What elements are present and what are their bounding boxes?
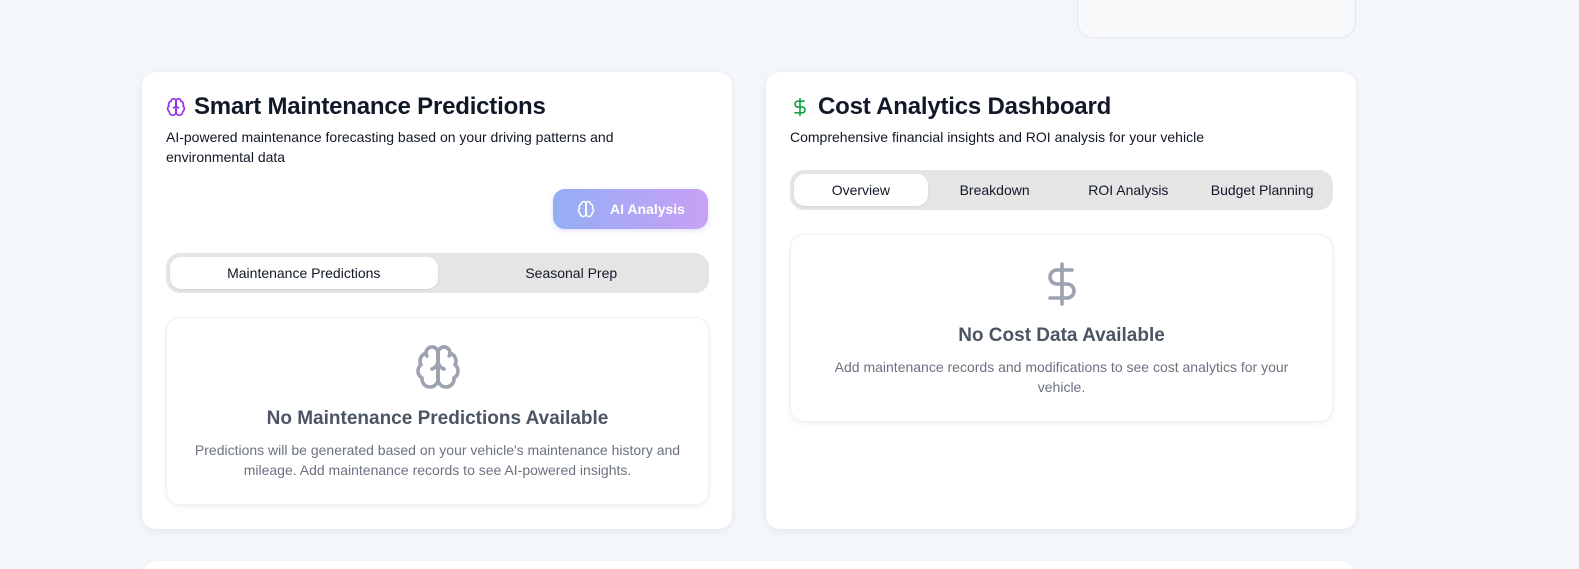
tab-roi-analysis[interactable]: ROI Analysis xyxy=(1062,174,1196,206)
brain-icon xyxy=(166,97,186,117)
tab-maintenance-predictions[interactable]: Maintenance Predictions xyxy=(170,257,438,289)
dollar-sign-icon xyxy=(791,235,1332,310)
cost-card-description: Comprehensive financial insights and ROI… xyxy=(790,129,1204,145)
tab-overview[interactable]: Overview xyxy=(794,174,928,206)
cost-empty-text: Add maintenance records and modification… xyxy=(834,359,1289,395)
ai-analysis-button[interactable]: AI Analysis xyxy=(553,189,708,229)
brain-icon xyxy=(577,200,595,218)
ai-analysis-label: AI Analysis xyxy=(610,201,685,217)
partial-card-top xyxy=(1077,0,1356,38)
maintenance-tabs: Maintenance Predictions Seasonal Prep xyxy=(166,253,709,293)
cost-card-title: Cost Analytics Dashboard xyxy=(818,93,1112,120)
partial-card-bottom xyxy=(142,561,1356,569)
tab-seasonal-prep[interactable]: Seasonal Prep xyxy=(438,257,706,289)
tab-breakdown[interactable]: Breakdown xyxy=(928,174,1062,206)
maintenance-predictions-card: Smart Maintenance Predictions AI-powered… xyxy=(142,72,732,529)
cost-empty-state: No Cost Data Available Add maintenance r… xyxy=(790,234,1333,422)
cost-tabs: Overview Breakdown ROI Analysis Budget P… xyxy=(790,170,1333,210)
maintenance-card-description: AI-powered maintenance forecasting based… xyxy=(166,129,614,165)
maintenance-card-header: Smart Maintenance Predictions xyxy=(166,93,546,121)
dollar-sign-icon xyxy=(790,97,810,117)
maintenance-card-title: Smart Maintenance Predictions xyxy=(194,93,546,120)
maintenance-empty-title: No Maintenance Predictions Available xyxy=(266,408,609,429)
cost-empty-title: No Cost Data Available xyxy=(958,325,1165,346)
maintenance-empty-text: Predictions will be generated based on y… xyxy=(194,442,681,478)
brain-icon xyxy=(167,318,708,393)
maintenance-empty-state: No Maintenance Predictions Available Pre… xyxy=(166,317,709,505)
tab-budget-planning[interactable]: Budget Planning xyxy=(1195,174,1329,206)
cost-card-header: Cost Analytics Dashboard xyxy=(790,93,1111,121)
cost-analytics-card: Cost Analytics Dashboard Comprehensive f… xyxy=(766,72,1356,529)
